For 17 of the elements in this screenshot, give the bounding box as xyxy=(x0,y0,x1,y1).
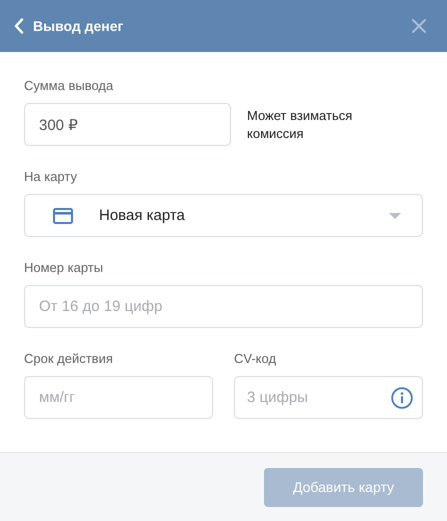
field-label: Номер карты xyxy=(24,259,104,277)
amount-field[interactable]: 300 ₽ xyxy=(24,103,231,146)
close-icon[interactable] xyxy=(412,19,426,33)
field-label: CV-код xyxy=(234,350,276,368)
window-title: Вывод денег xyxy=(33,18,124,34)
back-icon[interactable] xyxy=(14,18,24,34)
field-label: Срок действия xyxy=(24,350,113,368)
field-label: На карту xyxy=(24,168,77,186)
field-label: Сумма вывода xyxy=(24,77,114,95)
caret-icon xyxy=(389,212,401,218)
card-icon xyxy=(53,208,73,224)
cvv-field[interactable]: 3 цифры xyxy=(234,376,423,419)
expiry-field[interactable]: мм/гг xyxy=(24,376,213,419)
fee-note: Может взиматься комиссия xyxy=(247,106,354,142)
card-dropdown[interactable]: Новая карта xyxy=(24,194,423,237)
card-number-field[interactable]: От 16 до 19 цифр xyxy=(24,285,423,328)
info-icon[interactable] xyxy=(391,387,413,409)
